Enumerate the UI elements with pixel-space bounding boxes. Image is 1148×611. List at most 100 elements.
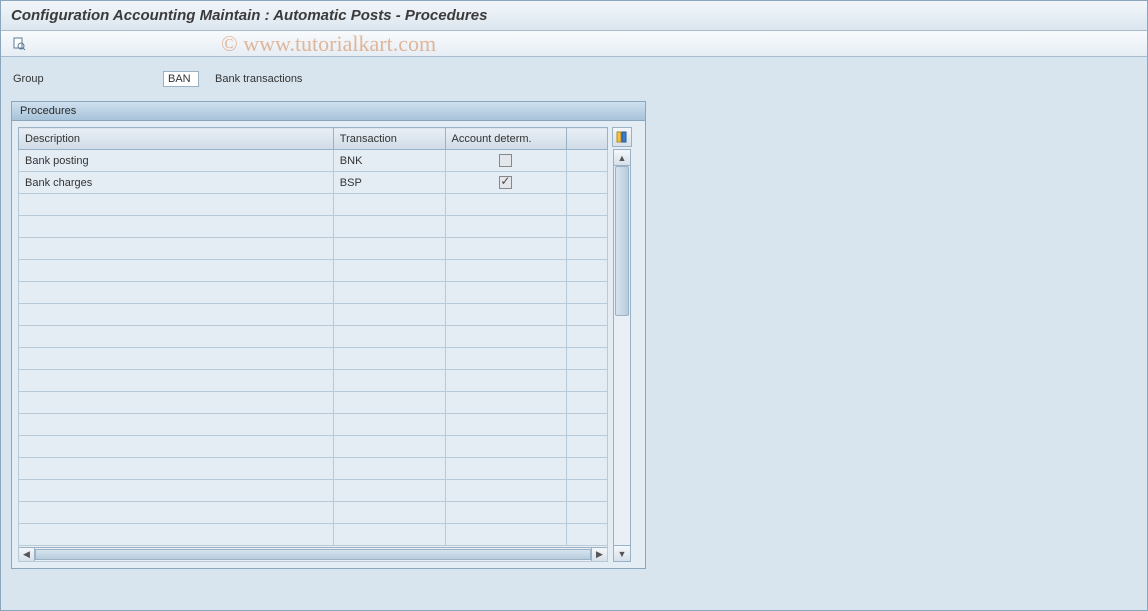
hscroll-track[interactable] [35,548,591,561]
empty-cell [333,524,445,546]
empty-cell [19,238,334,260]
group-row: Group BAN Bank transactions [11,67,1137,101]
empty-cell [333,458,445,480]
table-row[interactable] [19,326,608,348]
empty-cell [445,392,567,414]
empty-cell [567,326,608,348]
empty-cell [19,458,334,480]
group-label: Group [13,73,153,85]
table-row[interactable] [19,414,608,436]
empty-cell [567,392,608,414]
table-row[interactable] [19,502,608,524]
empty-cell [445,370,567,392]
col-transaction[interactable]: Transaction [333,128,445,150]
checkbox-icon[interactable] [499,176,512,189]
empty-cell [445,524,567,546]
empty-cell [19,436,334,458]
table-row[interactable]: Bank chargesBSP [19,172,608,194]
cell-spacer [567,150,608,172]
empty-cell [445,348,567,370]
empty-cell [333,502,445,524]
vertical-scrollbar[interactable]: ▲ ▼ [613,149,631,562]
table-row[interactable] [19,458,608,480]
empty-cell [19,480,334,502]
empty-cell [333,216,445,238]
scroll-up-icon[interactable]: ▲ [614,150,630,166]
scroll-left-icon[interactable]: ◀ [19,548,35,561]
cell-description[interactable]: Bank posting [19,150,334,172]
content-area: Group BAN Bank transactions Procedures D… [1,57,1147,579]
table-wrap: Description Transaction Account determ. … [12,121,645,568]
cell-transaction[interactable]: BNK [333,150,445,172]
table-row[interactable] [19,480,608,502]
empty-cell [567,370,608,392]
empty-cell [19,502,334,524]
empty-cell [445,502,567,524]
empty-cell [445,282,567,304]
table-row[interactable] [19,282,608,304]
empty-cell [19,304,334,326]
empty-cell [333,326,445,348]
table-row[interactable] [19,524,608,546]
page-title: Configuration Accounting Maintain : Auto… [1,1,1147,31]
cell-description[interactable]: Bank charges [19,172,334,194]
empty-cell [567,260,608,282]
empty-cell [19,194,334,216]
empty-cell [567,524,608,546]
col-account-determ[interactable]: Account determ. [445,128,567,150]
checkbox-icon[interactable] [499,154,512,167]
toolbar [1,31,1147,57]
group-value[interactable]: BAN [163,71,199,87]
empty-cell [567,502,608,524]
empty-cell [445,436,567,458]
empty-cell [445,194,567,216]
table-row[interactable] [19,260,608,282]
cell-transaction[interactable]: BSP [333,172,445,194]
table-row[interactable] [19,238,608,260]
table-row[interactable] [19,304,608,326]
search-document-icon[interactable] [9,35,29,53]
empty-cell [567,436,608,458]
empty-cell [333,436,445,458]
table-row[interactable]: Bank postingBNK [19,150,608,172]
empty-cell [333,480,445,502]
empty-cell [445,458,567,480]
table-row[interactable] [19,216,608,238]
cell-spacer [567,172,608,194]
table-row[interactable] [19,436,608,458]
empty-cell [19,260,334,282]
table-side-controls: ▲ ▼ [610,127,634,562]
empty-cell [19,348,334,370]
table-row[interactable] [19,370,608,392]
scroll-down-icon[interactable]: ▼ [614,545,630,561]
table-row[interactable] [19,348,608,370]
empty-cell [567,282,608,304]
empty-cell [445,238,567,260]
empty-cell [445,304,567,326]
scroll-track[interactable] [614,166,630,545]
procedures-table: Description Transaction Account determ. … [18,127,608,562]
table-row[interactable] [19,194,608,216]
table-config-icon[interactable] [612,127,632,147]
empty-cell [333,348,445,370]
empty-cell [567,194,608,216]
empty-cell [445,414,567,436]
empty-cell [19,392,334,414]
empty-cell [333,414,445,436]
cell-account-determ[interactable] [445,150,567,172]
empty-cell [333,282,445,304]
empty-cell [445,260,567,282]
cell-account-determ[interactable] [445,172,567,194]
hscroll-row: ◀ ▶ [19,546,608,562]
horizontal-scrollbar[interactable]: ◀ ▶ [19,547,607,561]
empty-cell [19,282,334,304]
empty-cell [19,326,334,348]
page-title-text: Configuration Accounting Maintain : Auto… [11,7,487,24]
table-row[interactable] [19,392,608,414]
col-description[interactable]: Description [19,128,334,150]
scroll-right-icon[interactable]: ▶ [591,548,607,561]
empty-cell [445,480,567,502]
empty-cell [333,304,445,326]
scroll-thumb[interactable] [615,166,629,316]
hscroll-thumb[interactable] [35,549,591,560]
